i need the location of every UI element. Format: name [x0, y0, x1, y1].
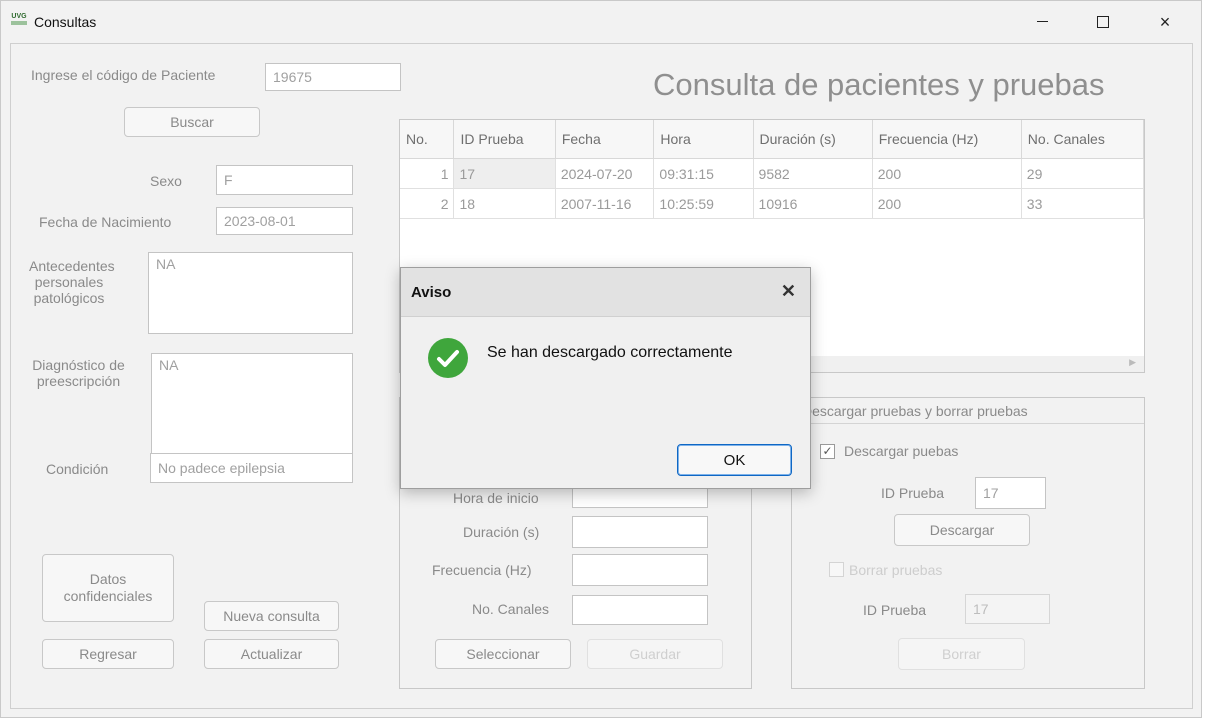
- close-window-button[interactable]: ×: [1142, 7, 1188, 37]
- panel-title: Descargar pruebas y borrar pruebas: [792, 398, 1144, 424]
- minimize-button[interactable]: [1019, 7, 1065, 37]
- dialog-close-icon[interactable]: ✕: [781, 281, 796, 302]
- table-cell[interactable]: 2007-11-16: [555, 188, 655, 219]
- success-check-icon: [428, 338, 468, 378]
- maximize-button[interactable]: [1080, 7, 1126, 37]
- antecedentes-textarea[interactable]: NA: [148, 252, 353, 334]
- table-cell[interactable]: 200: [872, 158, 1022, 189]
- close-icon: ×: [1159, 12, 1171, 32]
- codigo-paciente-input[interactable]: [265, 63, 401, 91]
- seleccionar-button[interactable]: Seleccionar: [435, 639, 571, 669]
- regresar-button[interactable]: Regresar: [42, 639, 174, 669]
- title-bar: UVG Consultas ×: [1, 1, 1201, 43]
- id-prueba-label: ID Prueba: [881, 485, 945, 501]
- antecedentes-label: Antecedentes personales patológicos: [29, 258, 115, 306]
- table-cell[interactable]: 29: [1021, 158, 1144, 189]
- column-header[interactable]: Fecha: [555, 120, 655, 159]
- column-header[interactable]: Hora: [653, 120, 754, 159]
- dialog-title: Aviso: [411, 284, 452, 301]
- table-cell[interactable]: 33: [1021, 188, 1144, 219]
- table-header-row: No. ID Prueba Fecha Hora Duración (s) Fr…: [400, 120, 1144, 159]
- table-cell[interactable]: 09:31:15: [653, 158, 754, 189]
- table-cell[interactable]: 18: [453, 188, 556, 219]
- borrar-checkbox[interactable]: [829, 562, 844, 577]
- table-cell[interactable]: 17: [453, 158, 556, 189]
- canales-input[interactable]: [572, 595, 708, 625]
- column-header[interactable]: Frecuencia (Hz): [872, 120, 1022, 159]
- buscar-button[interactable]: Buscar: [124, 107, 260, 137]
- table-cell[interactable]: 10:25:59: [653, 188, 754, 219]
- id-prueba-borrar-input[interactable]: [965, 594, 1050, 624]
- table-cell[interactable]: 200: [872, 188, 1022, 219]
- table-row[interactable]: 1 17 2024-07-20 09:31:15 9582 200 29: [400, 158, 1144, 189]
- column-header[interactable]: No. Canales: [1021, 120, 1144, 159]
- maximize-icon: [1097, 15, 1109, 28]
- descargar-checkbox[interactable]: ✓: [820, 444, 835, 459]
- scroll-right-icon[interactable]: ▶: [1129, 357, 1136, 368]
- table-cell[interactable]: 1: [400, 158, 455, 189]
- guardar-button[interactable]: Guardar: [587, 639, 723, 669]
- dialog-title-bar: Aviso ✕: [401, 268, 810, 317]
- uvg-logo-icon: UVG: [11, 13, 27, 27]
- aviso-dialog: Aviso ✕ Se han descargado correctamente …: [400, 267, 811, 489]
- condicion-label: Condición: [46, 461, 109, 477]
- table-cell[interactable]: 2: [400, 188, 455, 219]
- duracion-input[interactable]: [572, 516, 708, 548]
- condicion-field[interactable]: [150, 453, 353, 483]
- borrar-button[interactable]: Borrar: [898, 638, 1025, 670]
- table-cell[interactable]: 10916: [753, 188, 873, 219]
- fecha-nacimiento-field[interactable]: [216, 207, 353, 235]
- dialog-message: Se han descargado correctamente: [487, 344, 733, 361]
- descargar-checkbox-label: Descargar puebas: [844, 443, 959, 459]
- codigo-paciente-label: Ingrese el código de Paciente: [31, 67, 216, 83]
- table-cell[interactable]: 2024-07-20: [555, 158, 655, 189]
- ok-button[interactable]: OK: [677, 444, 792, 476]
- canales-label: No. Canales: [472, 601, 550, 617]
- table-row[interactable]: 2 18 2007-11-16 10:25:59 10916 200 33: [400, 188, 1144, 219]
- column-header[interactable]: No.: [400, 120, 455, 159]
- hora-inicio-label: Hora de inicio: [453, 490, 539, 506]
- id-prueba-descargar-input[interactable]: [975, 477, 1046, 509]
- window-title: Consultas: [34, 14, 97, 30]
- diagnostico-textarea[interactable]: NA: [151, 353, 353, 463]
- column-header[interactable]: ID Prueba: [453, 120, 556, 159]
- id-prueba-borrar-label: ID Prueba: [863, 602, 927, 618]
- frecuencia-input[interactable]: [572, 554, 708, 586]
- fecha-nacimiento-label: Fecha de Nacimiento: [39, 214, 172, 230]
- frecuencia-label: Frecuencia (Hz): [432, 562, 532, 578]
- page-title: Consulta de pacientes y pruebas: [653, 67, 1105, 102]
- app-window: UVG Consultas × Ingrese el código de Pac…: [0, 0, 1202, 718]
- sexo-field[interactable]: [216, 165, 353, 195]
- descargar-button[interactable]: Descargar: [894, 514, 1030, 546]
- table-cell[interactable]: 9582: [753, 158, 873, 189]
- sexo-label: Sexo: [150, 173, 182, 189]
- duracion-label: Duración (s): [463, 524, 540, 540]
- datos-confidenciales-button[interactable]: Datos confidenciales: [42, 554, 174, 622]
- minimize-icon: [1036, 21, 1048, 23]
- column-header[interactable]: Duración (s): [753, 120, 873, 159]
- diagnostico-label: Diagnóstico de preescripción: [32, 357, 125, 389]
- borrar-checkbox-label: Borrar pruebas: [849, 562, 943, 578]
- actualizar-button[interactable]: Actualizar: [204, 639, 339, 669]
- nueva-consulta-button[interactable]: Nueva consulta: [204, 601, 339, 631]
